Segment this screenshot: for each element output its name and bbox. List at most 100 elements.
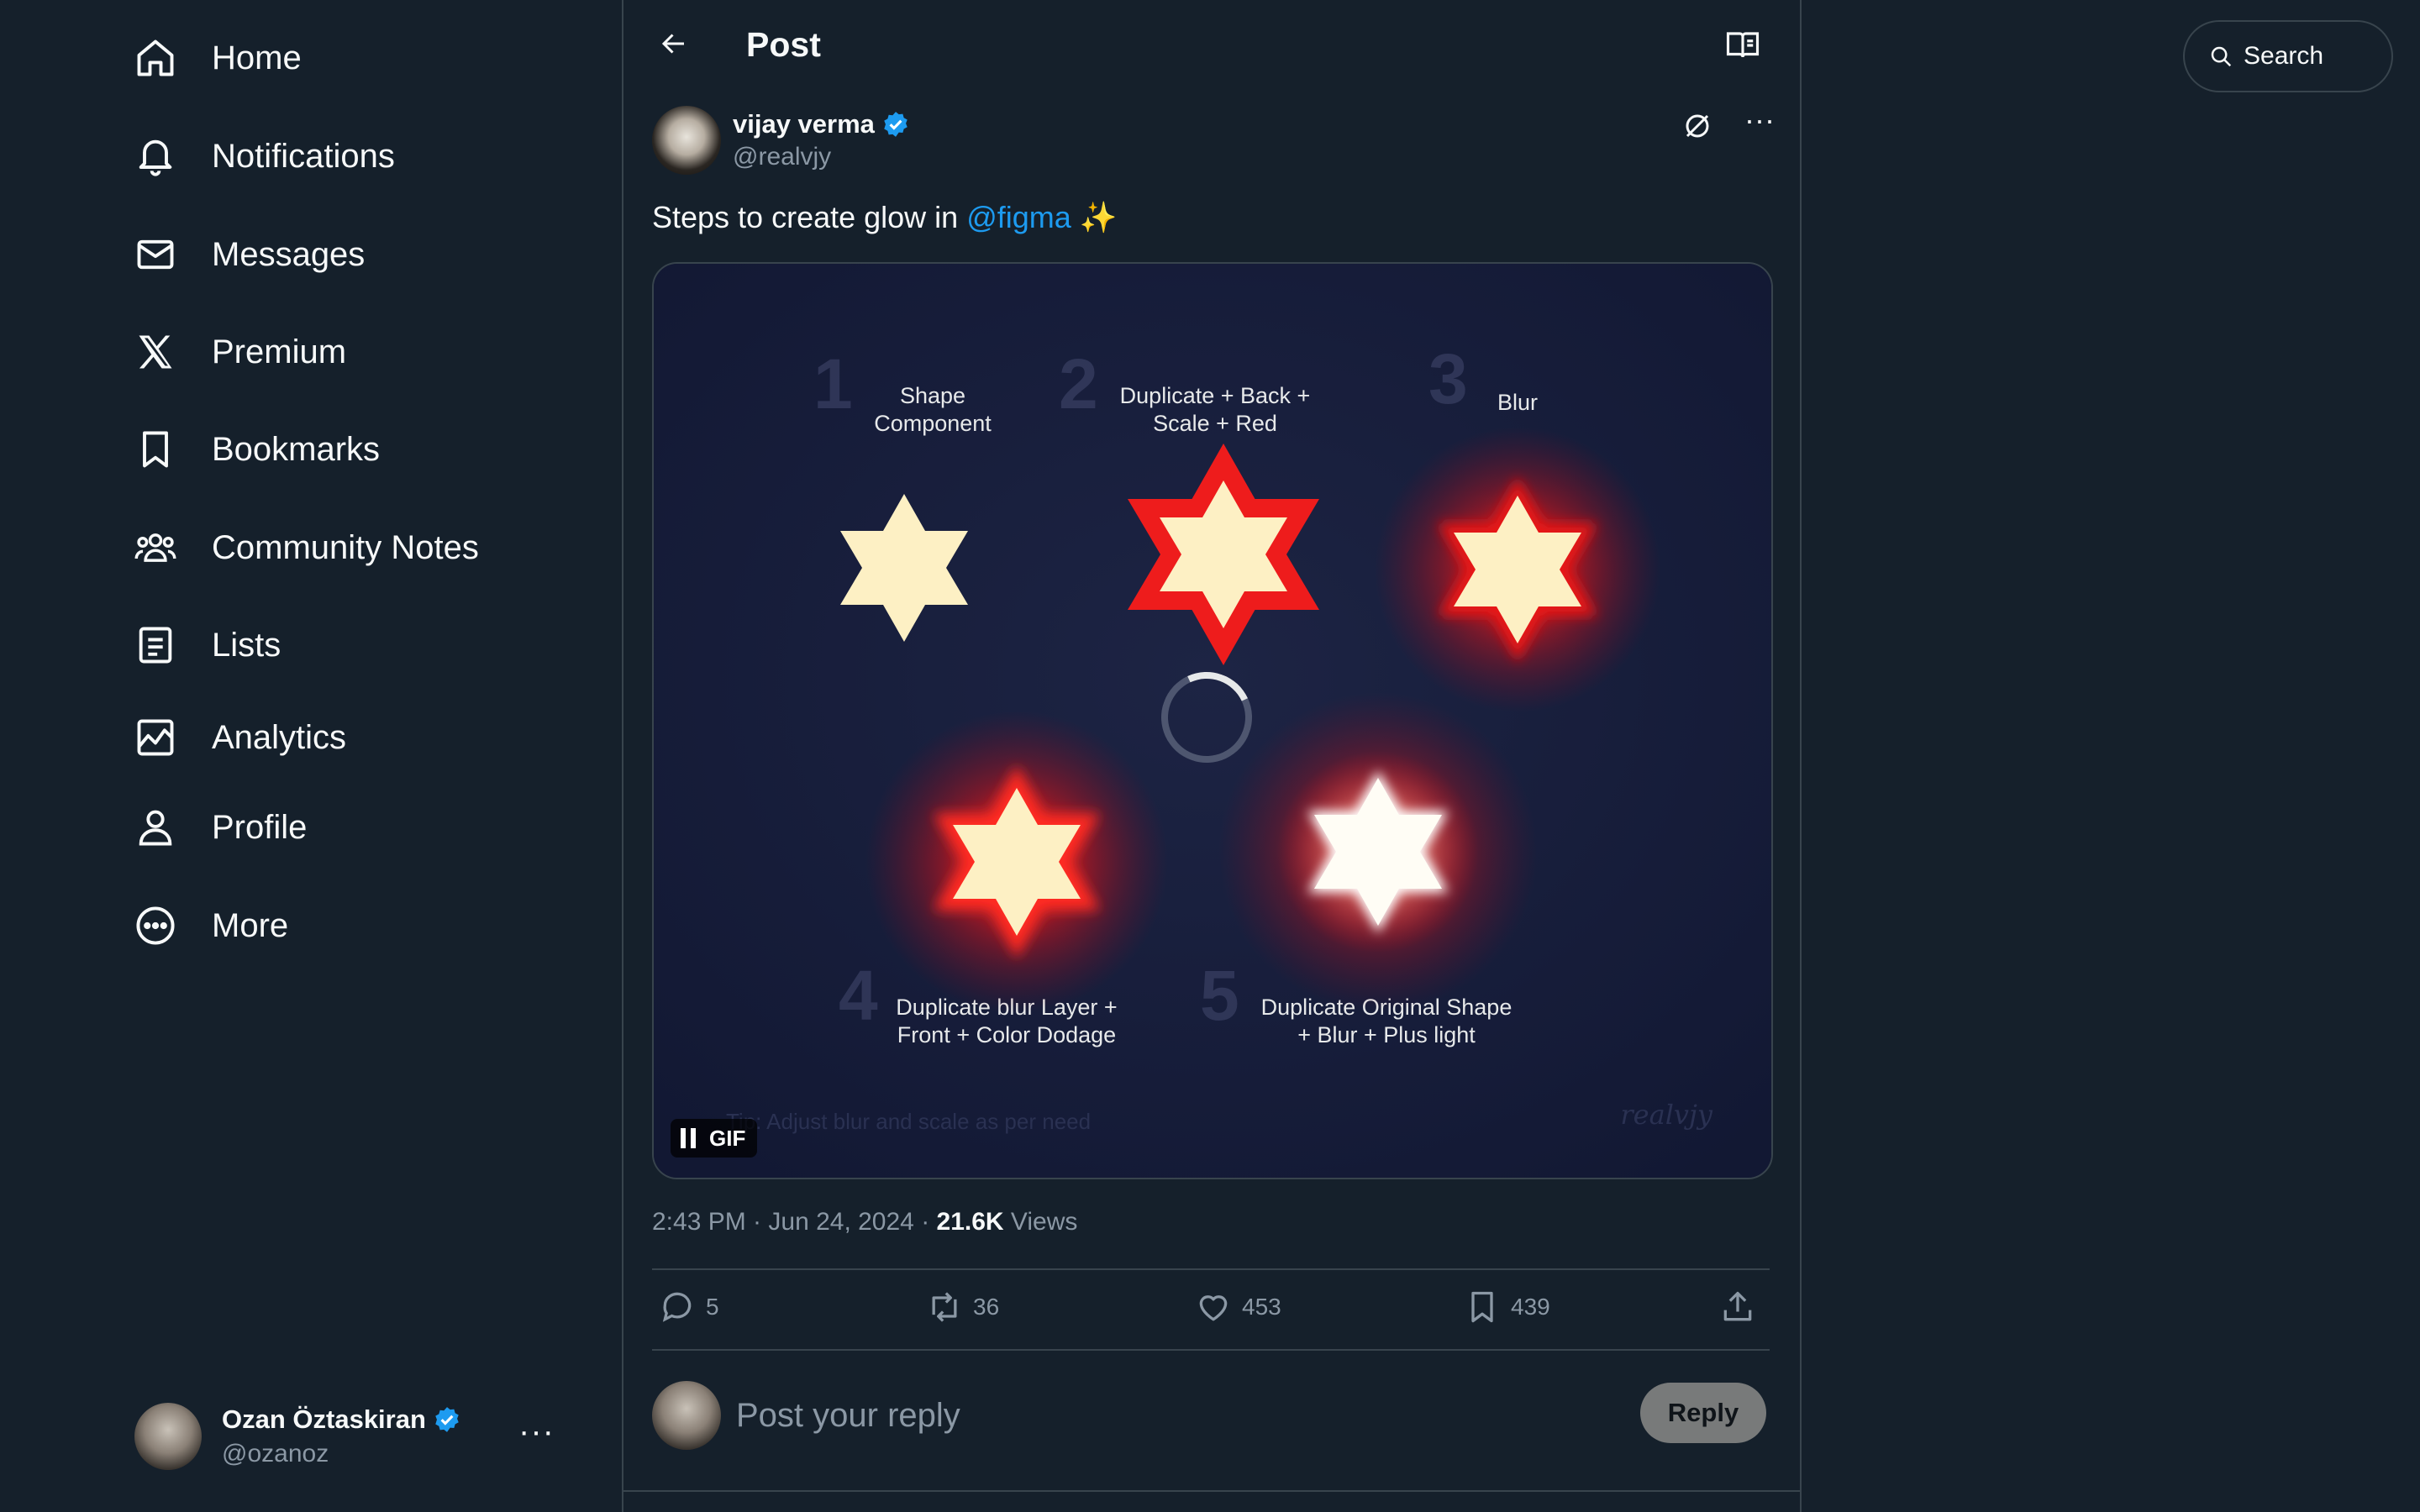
author-avatar[interactable] xyxy=(652,106,721,175)
nav-item-lists[interactable]: Lists xyxy=(126,607,281,683)
avatar xyxy=(652,1381,721,1450)
share-icon xyxy=(1723,1291,1752,1321)
account-name-text: Ozan Öztaskiran xyxy=(222,1404,426,1434)
share-action[interactable] xyxy=(1719,1289,1756,1326)
nav-label: Messages xyxy=(212,235,366,273)
repost-count: 36 xyxy=(973,1294,1000,1320)
reply-count: 5 xyxy=(706,1294,719,1320)
account-more-icon[interactable]: ··· xyxy=(518,1413,555,1451)
search-label: Search xyxy=(2244,42,2324,70)
step-1-caption-line2: Component xyxy=(874,411,992,436)
author-name[interactable]: vijay verma xyxy=(733,109,910,139)
bookmark-count: 439 xyxy=(1511,1294,1550,1320)
author-handle[interactable]: @realvjy xyxy=(733,143,910,171)
nav-item-home[interactable]: Home xyxy=(126,20,302,96)
nav-item-profile[interactable]: Profile xyxy=(126,790,307,865)
account-handle: @ozanoz xyxy=(222,1440,329,1467)
divider xyxy=(652,1268,1770,1270)
like-count: 453 xyxy=(1242,1294,1281,1320)
post-actions: 5 36 453 439 xyxy=(652,1272,1770,1351)
step-number-4: 4 xyxy=(839,956,878,1035)
tip-text: Tip: Adjust blur and scale as per need xyxy=(726,1109,1091,1134)
gif-label: GIF xyxy=(709,1125,746,1151)
post-text: Steps to create glow in @figma ✨ xyxy=(652,200,1118,235)
step-number-5: 5 xyxy=(1200,956,1239,1035)
signature-text: realvjy xyxy=(1620,1099,1713,1131)
nav-item-notifications[interactable]: Notifications xyxy=(126,118,395,194)
post-author[interactable]: vijay verma @realvjy xyxy=(652,106,910,175)
chart-icon xyxy=(126,708,185,767)
star-blur-step3 xyxy=(1375,427,1660,712)
comment-icon xyxy=(662,1292,692,1322)
list-icon xyxy=(126,616,185,675)
search-box[interactable]: Search xyxy=(2183,20,2393,92)
step-number-2: 2 xyxy=(1059,344,1098,423)
step-1-caption-line1: Shape xyxy=(900,383,965,408)
bookmark-icon xyxy=(126,420,185,479)
nav-item-premium[interactable]: Premium xyxy=(126,314,346,390)
reply-button[interactable]: Reply xyxy=(1640,1383,1766,1443)
home-icon xyxy=(126,29,185,87)
star-plus-light-step5 xyxy=(1218,692,1538,1011)
sparkles-emoji: ✨ xyxy=(1079,200,1118,234)
top-bar: Post xyxy=(623,0,1800,89)
nav-label: Lists xyxy=(212,626,281,664)
back-button[interactable] xyxy=(649,18,699,69)
account-switcher[interactable]: Ozan Öztaskiran @ozanoz ··· xyxy=(134,1394,555,1478)
nav-label: Bookmarks xyxy=(212,430,381,468)
mention-link[interactable]: @figma xyxy=(966,200,1071,234)
verified-badge-icon xyxy=(884,112,908,137)
grok-button[interactable] xyxy=(1679,108,1716,144)
step-5-caption-line2: + Blur + Plus light xyxy=(1297,1022,1476,1047)
views-count: 21.6K xyxy=(936,1208,1004,1236)
verified-badge-icon xyxy=(435,1407,459,1432)
nav-item-messages[interactable]: Messages xyxy=(126,217,365,292)
step-2-caption-line1: Duplicate + Back + xyxy=(1120,383,1311,408)
account-name: Ozan Öztaskiran xyxy=(222,1404,461,1435)
step-4-caption-line2: Front + Color Dodage xyxy=(897,1022,1116,1047)
gif-play-pause-button[interactable]: GIF xyxy=(671,1119,758,1158)
reply-input[interactable] xyxy=(734,1389,1494,1441)
more-circle-icon xyxy=(126,896,185,955)
views-label: Views xyxy=(1003,1208,1078,1236)
people-icon xyxy=(126,518,185,577)
nav-label: Notifications xyxy=(212,137,395,175)
post-metadata: 2:43 PM · Jun 24, 2024 · 21.6K Views xyxy=(652,1208,1077,1236)
search-icon xyxy=(2211,46,2232,67)
author-name-text[interactable]: vijay verma xyxy=(733,109,875,139)
post-media-gif[interactable]: 1 2 3 4 5 Shape Component Duplicate + Ba… xyxy=(652,262,1773,1179)
post-detail-column: Post vijay verma @realvjy ··· Steps to c… xyxy=(622,0,1802,1512)
nav-item-community-notes[interactable]: Community Notes xyxy=(126,510,479,585)
person-icon xyxy=(126,798,185,857)
book-open-icon xyxy=(1726,32,1760,58)
nav-label: Analytics xyxy=(212,718,347,756)
nav-label: Community Notes xyxy=(212,528,479,566)
post-more-button[interactable]: ··· xyxy=(1744,102,1775,138)
reader-mode-button[interactable] xyxy=(1719,22,1766,69)
bookmark-action[interactable]: 439 xyxy=(1464,1289,1550,1326)
post-timestamp[interactable]: 2:43 PM · Jun 24, 2024 · xyxy=(652,1208,937,1236)
heart-icon xyxy=(1199,1295,1228,1321)
page-title: Post xyxy=(746,25,821,64)
step-number-3: 3 xyxy=(1428,339,1468,418)
bell-icon xyxy=(126,127,185,186)
avatar xyxy=(134,1403,202,1470)
repost-action[interactable]: 36 xyxy=(926,1289,999,1326)
reply-composer: Reply xyxy=(652,1378,1770,1453)
star-color-dodge-step4 xyxy=(865,711,1168,1013)
repost-icon xyxy=(932,1292,957,1322)
nav-label: Premium xyxy=(212,333,347,370)
nav-label: More xyxy=(212,906,289,944)
post-text-body: Steps to create glow in xyxy=(652,200,967,234)
grok-icon xyxy=(1686,114,1709,138)
step-3-caption-line1: Blur xyxy=(1497,390,1538,415)
like-action[interactable]: 453 xyxy=(1195,1289,1281,1326)
nav-item-bookmarks[interactable]: Bookmarks xyxy=(126,412,380,487)
nav-label: Home xyxy=(212,39,302,76)
nav-label: Profile xyxy=(212,808,308,846)
reply-action[interactable]: 5 xyxy=(659,1289,719,1326)
nav-item-more[interactable]: More xyxy=(126,888,288,963)
nav-item-analytics[interactable]: Analytics xyxy=(126,700,346,775)
x-logo-icon xyxy=(126,323,185,381)
divider xyxy=(652,1349,1770,1351)
